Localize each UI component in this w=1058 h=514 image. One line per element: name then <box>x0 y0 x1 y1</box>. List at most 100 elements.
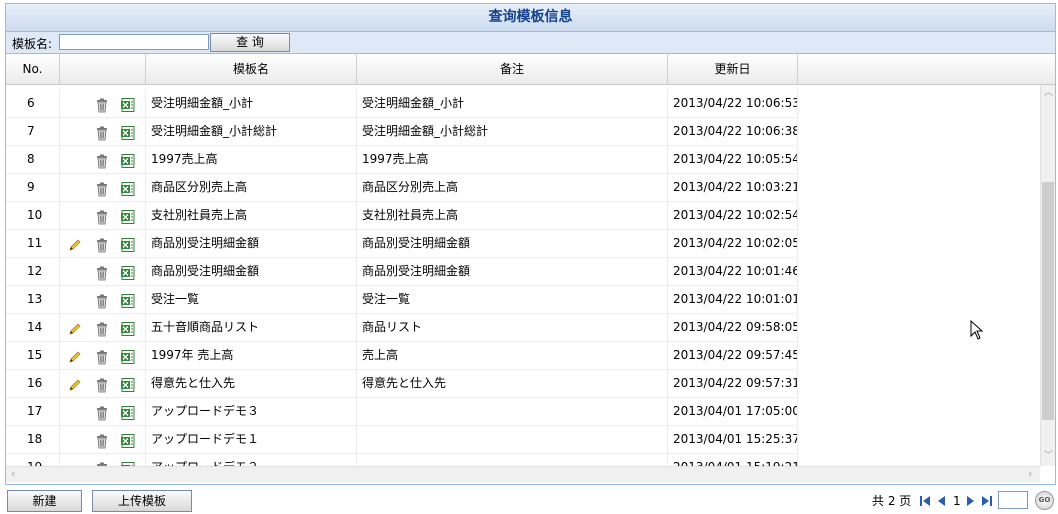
trash-icon[interactable] <box>94 348 110 365</box>
row-actions-cell <box>60 454 146 466</box>
table-row[interactable]: 7 受注明細金額_小計総計 受注明細金額_小計総計 2013/04/22 10:06:… <box>6 118 798 146</box>
row-actions-cell <box>60 202 146 229</box>
updated-date-cell: 2013/04/22 10:03:21 <box>668 174 798 201</box>
excel-icon[interactable] <box>120 348 136 364</box>
table-row[interactable]: 14 五十音順商品リスト 商品リスト 2013/04/22 09:58:05 <box>6 314 798 342</box>
grid-header: No. 模板名 备注 更新日 <box>6 54 1055 85</box>
table-row[interactable]: 18 アップロードデモ１ 2013/04/01 15:25:37 <box>6 426 798 454</box>
excel-icon[interactable] <box>120 432 136 448</box>
go-page-button[interactable]: GO <box>1035 491 1054 510</box>
first-page-icon[interactable] <box>919 495 931 507</box>
remark-cell: 商品別受注明細金額 <box>357 230 668 257</box>
template-query-panel: 查询模板信息 模板名: 查 询 No. 模板名 备注 更新日 6 受注明細金額_小… <box>5 3 1056 485</box>
row-number-cell: 15 <box>6 342 60 369</box>
trash-icon[interactable] <box>94 96 110 113</box>
remark-cell: 商品別受注明細金額 <box>357 258 668 285</box>
row-number-cell: 11 <box>6 230 60 257</box>
excel-icon[interactable] <box>120 292 136 308</box>
table-row[interactable]: 17 アップロードデモ３ 2013/04/01 17:05:00 <box>6 398 798 426</box>
excel-icon[interactable] <box>120 376 136 392</box>
table-row[interactable]: 13 受注一覧 受注一覧 2013/04/22 10:01:01 <box>6 286 798 314</box>
trash-icon[interactable] <box>94 180 110 197</box>
template-name-cell: 1997年 売上高 <box>146 342 357 369</box>
table-row[interactable]: 15 1997年 売上高 売上高 2013/04/22 09:57:45 <box>6 342 798 370</box>
template-name-cell: 得意先と仕入先 <box>146 370 357 397</box>
current-page-number: 1 <box>953 494 961 508</box>
column-header-name[interactable]: 模板名 <box>146 54 357 84</box>
row-actions-cell <box>60 314 146 341</box>
new-button[interactable]: 新建 <box>7 490 82 512</box>
trash-icon[interactable] <box>94 320 110 337</box>
trash-icon[interactable] <box>94 376 110 393</box>
remark-cell: 得意先と仕入先 <box>357 370 668 397</box>
trash-icon[interactable] <box>94 124 110 141</box>
column-header-no[interactable]: No. <box>6 54 60 84</box>
trash-icon[interactable] <box>94 292 110 309</box>
template-name-cell: 商品別受注明細金額 <box>146 230 357 257</box>
excel-icon[interactable] <box>120 320 136 336</box>
trash-icon[interactable] <box>94 208 110 225</box>
pencil-icon[interactable] <box>67 320 83 336</box>
upload-template-button[interactable]: 上传模板 <box>92 490 192 512</box>
row-number-cell: 14 <box>6 314 60 341</box>
template-name-cell: アップロードデモ２ <box>146 454 357 466</box>
row-actions-cell <box>60 426 146 453</box>
excel-icon[interactable] <box>120 152 136 168</box>
trash-icon[interactable] <box>94 404 110 421</box>
scroll-down-arrow-icon[interactable]: ﹀ <box>1044 451 1053 461</box>
table-row[interactable]: 19 アップロードデモ２ 2013/04/01 15:19:21 <box>6 454 798 466</box>
updated-date-cell: 2013/04/01 15:19:21 <box>668 454 798 466</box>
remark-cell: 商品リスト <box>357 314 668 341</box>
updated-date-cell: 2013/04/22 10:06:53 <box>668 90 798 117</box>
scroll-up-arrow-icon[interactable]: ︿ <box>1044 88 1053 98</box>
table-row[interactable]: 10 支社別社員売上高 支社別社員売上高 2013/04/22 10:02:54 <box>6 202 798 230</box>
table-row[interactable]: 8 1997売上高 1997売上高 2013/04/22 10:05:54 <box>6 146 798 174</box>
pencil-icon[interactable] <box>67 348 83 364</box>
remark-cell: 支社別社員売上高 <box>357 202 668 229</box>
excel-icon[interactable] <box>120 208 136 224</box>
excel-icon[interactable] <box>120 404 136 420</box>
trash-icon[interactable] <box>94 432 110 449</box>
table-row[interactable]: 16 得意先と仕入先 得意先と仕入先 2013/04/22 09:57:31 <box>6 370 798 398</box>
row-actions-cell <box>60 230 146 257</box>
trash-icon[interactable] <box>94 152 110 169</box>
template-name-input[interactable] <box>59 34 209 50</box>
updated-date-cell: 2013/04/22 10:02:54 <box>668 202 798 229</box>
remark-cell: 受注明細金額_小計総計 <box>357 118 668 145</box>
table-row[interactable]: 9 商品区分別売上高 商品区分別売上高 2013/04/22 10:03:21 <box>6 174 798 202</box>
pencil-icon[interactable] <box>67 236 83 252</box>
row-actions-cell <box>60 370 146 397</box>
horizontal-scrollbar[interactable]: ‹ › <box>6 466 1040 482</box>
remark-cell <box>357 426 668 453</box>
column-header-actions <box>60 54 146 84</box>
table-row[interactable]: 11 商品別受注明細金額 商品別受注明細金額 2013/04/22 10:02:05 <box>6 230 798 258</box>
trash-icon[interactable] <box>94 264 110 281</box>
template-name-label: 模板名: <box>12 37 53 51</box>
column-header-remark[interactable]: 备注 <box>357 54 668 84</box>
scroll-left-arrow-icon[interactable]: ‹ <box>11 468 15 479</box>
updated-date-cell: 2013/04/22 09:57:31 <box>668 370 798 397</box>
excel-icon[interactable] <box>120 264 136 280</box>
table-row[interactable]: 12 商品別受注明細金額 商品別受注明細金額 2013/04/22 10:01:46 <box>6 258 798 286</box>
template-name-cell: 1997売上高 <box>146 146 357 173</box>
updated-date-cell: 2013/04/22 09:57:45 <box>668 342 798 369</box>
pencil-icon[interactable] <box>67 376 83 392</box>
template-name-cell: 五十音順商品リスト <box>146 314 357 341</box>
excel-icon[interactable] <box>120 180 136 196</box>
excel-icon[interactable] <box>120 124 136 140</box>
next-page-icon[interactable] <box>964 495 976 507</box>
last-page-icon[interactable] <box>981 495 993 507</box>
row-actions-cell <box>60 90 146 117</box>
excel-icon[interactable] <box>120 236 136 252</box>
page-number-input[interactable] <box>998 491 1028 509</box>
trash-icon[interactable] <box>94 236 110 253</box>
vertical-scrollbar[interactable]: ︿ ﹀ <box>1040 85 1055 466</box>
table-row[interactable]: 6 受注明細金額_小計 受注明細金額_小計 2013/04/22 10:06:53 <box>6 90 798 118</box>
vertical-scroll-thumb[interactable] <box>1042 182 1054 420</box>
query-button[interactable]: 查 询 <box>210 33 290 52</box>
excel-icon[interactable] <box>120 96 136 112</box>
prev-page-icon[interactable] <box>936 495 948 507</box>
scroll-right-arrow-icon[interactable]: › <box>1028 468 1032 479</box>
column-header-updated[interactable]: 更新日 <box>668 54 798 84</box>
remark-cell: 売上高 <box>357 342 668 369</box>
